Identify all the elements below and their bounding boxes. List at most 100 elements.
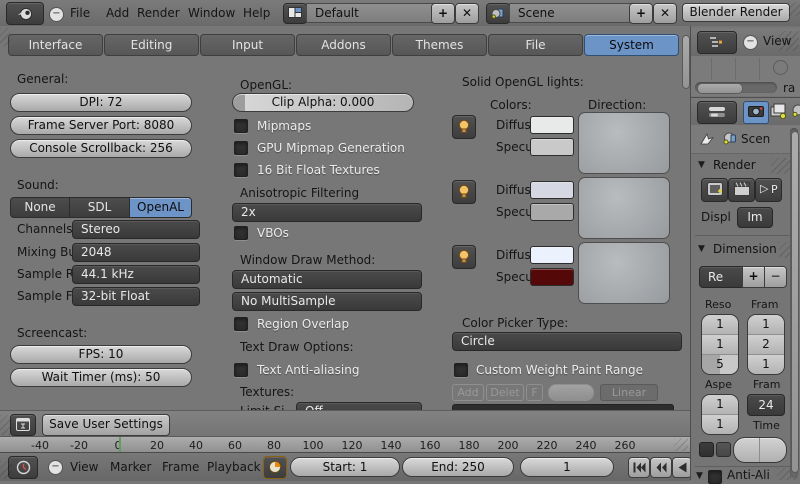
sound-device-sdl[interactable]: SDL <box>69 197 130 218</box>
remove-preset-button[interactable]: − <box>764 266 787 288</box>
scene-name-field[interactable]: Scene <box>509 3 637 23</box>
preferences-scrollbar[interactable] <box>682 35 690 89</box>
weight-range-add-button[interactable]: Add <box>452 384 484 401</box>
tab-input[interactable]: Input <box>200 34 295 56</box>
tab-file[interactable]: File <box>488 34 583 56</box>
tab-system[interactable]: System <box>584 34 679 56</box>
close-scene-button[interactable]: ✕ <box>653 3 677 24</box>
properties-tab-render-layers[interactable] <box>770 103 788 120</box>
menu-help[interactable]: Help <box>243 6 270 20</box>
scene-datablock-icon[interactable] <box>721 131 737 146</box>
weight-range-interpolation-select[interactable]: Linear <box>600 384 658 401</box>
sound-device-openal[interactable]: OpenAL <box>129 197 192 218</box>
sample-format-select[interactable]: 32-bit Float <box>72 287 200 306</box>
properties-editor-type-button[interactable] <box>697 101 737 124</box>
display-mode-select[interactable]: Im <box>737 207 773 228</box>
outliner-item-truncated[interactable]: ra <box>783 81 795 95</box>
resolution-percentage-slider[interactable]: 5 <box>702 354 738 374</box>
light-3-diffuse-swatch[interactable] <box>530 246 574 264</box>
anisotropic-filtering-select[interactable]: 2x <box>232 203 422 222</box>
add-scene-button[interactable]: + <box>629 3 653 24</box>
properties-tab-render[interactable] <box>743 101 769 124</box>
crop-checkbox[interactable] <box>716 442 731 457</box>
timeline-menu-view[interactable]: View <box>70 460 98 474</box>
light-3-specular-swatch[interactable] <box>530 268 574 286</box>
close-screen-layout-button[interactable]: ✕ <box>455 3 479 24</box>
restrict-render-icon[interactable] <box>773 60 788 75</box>
outliner-editor-type-button[interactable] <box>697 31 737 54</box>
timeline-editor-type-button[interactable] <box>8 456 38 479</box>
preferences-window-button[interactable] <box>10 414 36 436</box>
frame-rate-select[interactable]: 24 <box>747 394 785 416</box>
time-remap-new-field[interactable] <box>760 438 785 462</box>
light-1-specular-swatch[interactable] <box>530 138 574 156</box>
sound-device-none[interactable]: None <box>10 197 70 218</box>
save-user-settings-button[interactable]: Save User Settings <box>42 414 170 436</box>
properties-tab-scene[interactable] <box>791 103 800 120</box>
sample-rate-select[interactable]: 44.1 kHz <box>72 265 200 284</box>
region-overlap-checkbox[interactable] <box>234 317 248 331</box>
light-1-toggle[interactable] <box>452 115 476 139</box>
light-3-direction-widget[interactable] <box>578 242 670 304</box>
context-navigate-icon[interactable] <box>699 132 715 146</box>
vbos-checkbox[interactable] <box>234 226 248 240</box>
jump-to-start-button[interactable] <box>628 457 650 478</box>
border-checkbox[interactable] <box>699 442 714 457</box>
weight-range-count-field[interactable]: 0 <box>548 384 594 401</box>
light-2-specular-swatch[interactable] <box>530 203 574 221</box>
frame-start-field[interactable]: 1 <box>748 315 784 334</box>
color-picker-type-select[interactable]: Circle <box>452 332 682 351</box>
properties-scrollbar-track[interactable] <box>790 128 798 478</box>
clip-alpha-slider[interactable]: Clip Alpha: 0.000 <box>232 93 414 112</box>
frame-end-field[interactable]: 2 <box>748 334 784 354</box>
scrollbar-thumb[interactable] <box>697 83 743 94</box>
channels-select[interactable]: Stereo <box>72 220 200 239</box>
resolution-x-field[interactable]: 1 <box>702 315 738 334</box>
current-frame-line[interactable] <box>119 437 121 452</box>
console-scrollback-field[interactable]: Console Scrollback: 256 <box>10 139 192 158</box>
resolution-y-field[interactable]: 1 <box>702 334 738 354</box>
screen-layout-name-field[interactable]: Default <box>306 3 438 23</box>
aspect-x-field[interactable]: 1 <box>702 395 738 414</box>
light-2-direction-widget[interactable] <box>578 177 670 239</box>
render-engine-select[interactable]: Blender Render <box>682 3 790 22</box>
timeline-menu-marker[interactable]: Marker <box>110 460 151 474</box>
dimensions-panel-header[interactable]: ▼ Dimension <box>691 240 799 260</box>
time-sync-toggle[interactable] <box>263 456 287 479</box>
add-preset-button[interactable]: + <box>742 266 765 288</box>
app-menu-button[interactable] <box>6 2 44 25</box>
time-remap-old-field[interactable] <box>734 438 760 462</box>
current-frame-field[interactable]: 1 <box>520 457 614 477</box>
window-draw-method-select[interactable]: Automatic <box>232 270 422 289</box>
light-3-toggle[interactable] <box>452 245 476 269</box>
menu-file[interactable]: File <box>70 6 90 20</box>
render-panel-header[interactable]: ▼ Render <box>691 156 799 176</box>
screencast-fps-field[interactable]: FPS: 10 <box>10 345 192 364</box>
menu-render[interactable]: Render <box>137 6 180 20</box>
collapse-timeline-menus-toggle[interactable]: − <box>48 460 63 475</box>
gpu-mipmap-checkbox[interactable] <box>234 141 248 155</box>
outliner-horizontal-scrollbar[interactable] <box>695 82 777 93</box>
light-2-toggle[interactable] <box>452 180 476 204</box>
frame-start-field[interactable]: Start: 1 <box>290 457 400 477</box>
tab-editing[interactable]: Editing <box>104 34 199 56</box>
add-screen-layout-button[interactable]: + <box>431 3 455 24</box>
light-2-diffuse-swatch[interactable] <box>530 181 574 199</box>
render-still-button[interactable] <box>701 178 728 202</box>
collapse-menus-toggle[interactable]: − <box>49 7 64 22</box>
mipmaps-checkbox[interactable] <box>234 119 248 133</box>
scene-browse-button[interactable] <box>486 3 510 24</box>
light-1-direction-widget[interactable] <box>578 112 670 174</box>
menu-window[interactable]: Window <box>188 6 235 20</box>
previous-keyframe-button[interactable] <box>650 457 672 478</box>
collapse-outliner-menus-toggle[interactable]: − <box>743 35 758 50</box>
play-animation-button[interactable]: ▷ P <box>755 178 782 202</box>
text-antialiasing-checkbox[interactable] <box>234 363 248 377</box>
custom-weight-paint-checkbox[interactable] <box>454 363 468 377</box>
weight-range-delete-button[interactable]: Delet <box>486 384 524 401</box>
render-animation-button[interactable] <box>728 178 755 202</box>
antialiasing-panel-header[interactable]: ▼ Anti-Ali <box>691 470 799 480</box>
tab-addons[interactable]: Addons <box>296 34 391 56</box>
timeline-menu-playback[interactable]: Playback <box>207 460 261 474</box>
frame-server-port-field[interactable]: Frame Server Port: 8080 <box>10 116 192 135</box>
